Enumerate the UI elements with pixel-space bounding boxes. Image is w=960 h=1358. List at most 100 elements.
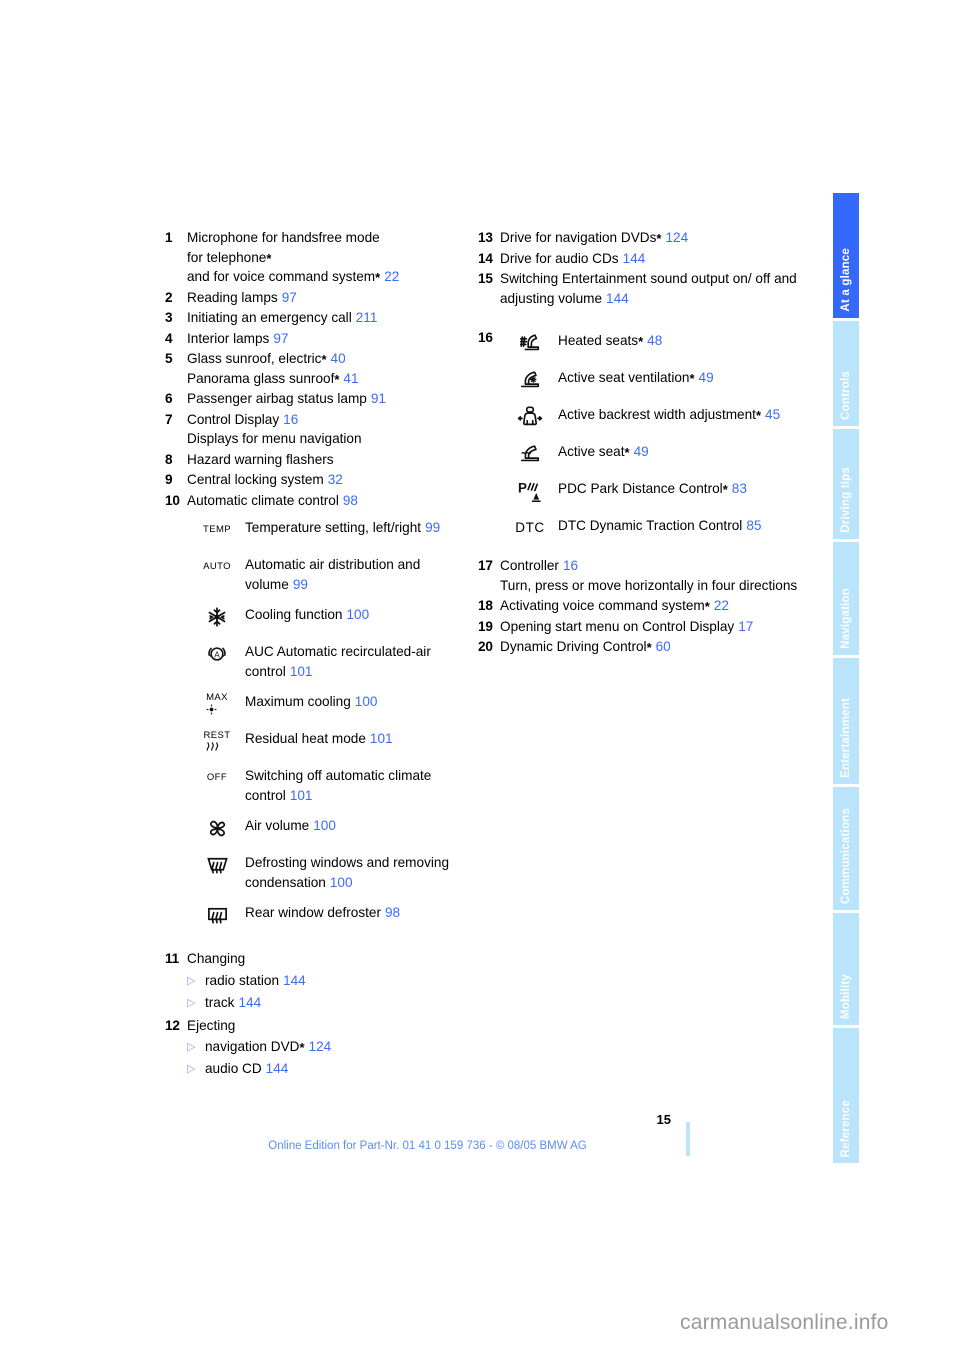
tab-at-a-glance[interactable]: At a glance	[833, 193, 859, 318]
tab-mobility[interactable]: Mobility	[833, 913, 859, 1025]
legend-text: Controller 16 Turn, press or move horizon…	[500, 558, 798, 593]
page-reference[interactable]: 99	[293, 577, 308, 592]
optional-equipment-asterisk: *	[656, 231, 662, 246]
climate-row-temperature: TEMP Temperature setting, left/right 99	[189, 515, 475, 544]
climate-row-label: Air volume 100	[245, 818, 336, 833]
legend-line: Central locking system	[187, 472, 324, 487]
legend-item-19: 19 Opening start menu on Control Display…	[478, 617, 798, 637]
page-reference[interactable]: 124	[665, 230, 688, 245]
page-reference[interactable]: 101	[290, 788, 313, 803]
legend-number: 13	[478, 230, 493, 245]
page-reference[interactable]: 98	[385, 905, 400, 920]
legend-number: 18	[478, 598, 493, 613]
tab-controls[interactable]: Controls	[833, 321, 859, 426]
optional-equipment-asterisk: *	[334, 371, 340, 387]
legend-number: 10	[165, 492, 180, 508]
page-reference[interactable]: 99	[425, 520, 440, 535]
feature-row-label: PDC Park Distance Control* 83	[558, 481, 747, 497]
climate-row-label: Residual heat mode 101	[245, 731, 393, 746]
page-reference[interactable]: 100	[330, 875, 353, 890]
legend-item-5: 5 Glass sunroof, electric* 40 Panorama gl…	[165, 349, 475, 388]
legend-item-12: 12 Ejecting ▷ navigation DVD* 124 ▷ audio…	[165, 1016, 475, 1081]
triangle-bullet-icon: ▷	[187, 974, 196, 987]
page-reference[interactable]: 144	[606, 291, 629, 306]
page-reference[interactable]: 144	[623, 251, 646, 266]
section-tab-strip: At a glance Controls Driving tips Naviga…	[833, 193, 859, 1163]
page-reference[interactable]: 49	[699, 370, 714, 385]
tab-driving-tips[interactable]: Driving tips	[833, 429, 859, 539]
page-reference[interactable]: 40	[331, 351, 346, 366]
legend-number: 12	[165, 1017, 180, 1033]
climate-row-label: Automatic air distribution and volume 99	[245, 557, 421, 592]
page-reference[interactable]: 144	[266, 1061, 289, 1076]
optional-equipment-asterisk: *	[266, 250, 272, 266]
page-reference[interactable]: 101	[290, 664, 313, 679]
page-reference[interactable]: 100	[347, 607, 370, 622]
feature-row-seat-ventilation: Active seat ventilation* 49	[502, 365, 798, 394]
legend-text: Hazard warning flashers	[187, 450, 475, 470]
climate-row-max-cooling: MAX Maximum cooling 100	[189, 689, 475, 718]
legend-text: Opening start menu on Control Display 17	[500, 618, 754, 634]
seat-feature-icon-list: Heated seats* 48 Active seat ventilation…	[502, 328, 798, 542]
tab-entertainment[interactable]: Entertainment	[833, 658, 859, 784]
legend-line: Hazard warning flashers	[187, 451, 334, 467]
page-reference[interactable]: 124	[309, 1039, 332, 1054]
page-reference[interactable]: 144	[283, 973, 306, 988]
legend-number: 15	[478, 271, 493, 286]
page-reference[interactable]: 41	[343, 371, 358, 386]
legend-item-3: 3 Initiating an emergency call 211	[165, 308, 475, 328]
right-lower-items: 17 Controller 16 Turn, press or move hori…	[478, 556, 798, 657]
legend-item-1: 1 Microphone for handsfree mode for tele…	[165, 228, 475, 287]
feature-row-label: DTC Dynamic Traction Control 85	[558, 518, 762, 533]
optional-equipment-asterisk: *	[689, 371, 695, 386]
legend-item-7: 7 Control Display 16 Displays for menu na…	[165, 410, 475, 449]
legend-number: 17	[478, 558, 493, 573]
tab-label: Mobility	[840, 973, 852, 1019]
page-reference[interactable]: 48	[647, 333, 662, 348]
optional-equipment-asterisk: *	[299, 1040, 305, 1055]
footer-note: Online Edition for Part-Nr. 01 41 0 159 …	[268, 1140, 587, 1152]
page-reference[interactable]: 16	[283, 412, 298, 427]
legend-number: 5	[165, 351, 173, 366]
legend-text: Switching Entertainment sound output on/…	[500, 271, 797, 306]
page-reference[interactable]: 97	[273, 331, 288, 346]
legend-text: Reading lamps 97	[187, 288, 475, 308]
page-reference[interactable]: 144	[238, 995, 261, 1010]
climate-row-rear-defroster: Rear window defroster 98	[189, 900, 475, 929]
page-reference[interactable]: 60	[656, 639, 671, 654]
tab-label: Entertainment	[840, 698, 852, 778]
legend-text: Control Display 16 Displays for menu navi…	[187, 410, 475, 449]
tab-navigation[interactable]: Navigation	[833, 542, 859, 655]
page-reference[interactable]: 22	[384, 269, 399, 284]
list-item: ▷ navigation DVD* 124	[187, 1036, 475, 1058]
page-reference[interactable]: 100	[355, 694, 378, 709]
page-reference[interactable]: 101	[370, 731, 393, 746]
page-reference[interactable]: 16	[563, 558, 578, 573]
auc-recirculation-icon: A	[189, 639, 245, 668]
page-reference[interactable]: 97	[282, 290, 297, 305]
tab-reference[interactable]: Reference	[833, 1028, 859, 1163]
legend-item-8: 8 Hazard warning flashers	[165, 450, 475, 470]
legend-text: Activating voice command system* 22	[500, 598, 729, 614]
triangle-bullet-icon: ▷	[187, 1063, 196, 1075]
climate-row-auc: A AUC Automatic recirculated-air control…	[189, 639, 475, 681]
page-reference[interactable]: 98	[343, 493, 358, 508]
legend-item-14: 14 Drive for audio CDs 144	[478, 249, 798, 269]
page-reference[interactable]: 85	[746, 518, 761, 533]
page-reference[interactable]: 32	[328, 472, 343, 487]
max-cooling-icon: MAX	[189, 689, 245, 718]
page-reference[interactable]: 83	[732, 481, 747, 496]
legend-text: Glass sunroof, electric* 40 Panorama glas…	[187, 349, 475, 388]
page-reference[interactable]: 49	[634, 444, 649, 459]
tab-communications[interactable]: Communications	[833, 787, 859, 910]
page-reference[interactable]: 45	[765, 407, 780, 422]
page-reference[interactable]: 22	[714, 598, 729, 613]
list-item: ▷ radio station 144	[187, 970, 475, 992]
page-reference[interactable]: 211	[356, 310, 378, 325]
page-reference[interactable]: 91	[371, 391, 386, 406]
legend-number: 6	[165, 391, 173, 406]
page-reference[interactable]: 100	[313, 818, 336, 833]
legend-item-4: 4 Interior lamps 97	[165, 329, 475, 349]
page-reference[interactable]: 17	[738, 619, 753, 634]
climate-row-residual-heat: REST Residual heat mode 101	[189, 726, 475, 755]
